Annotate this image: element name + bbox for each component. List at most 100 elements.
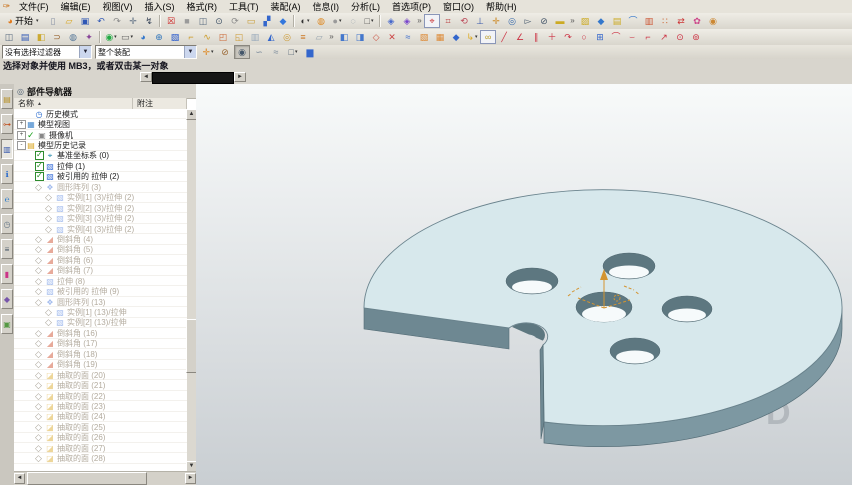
tree-row[interactable]: ◪ 抽取的面 (28) <box>14 453 187 464</box>
hole-right[interactable] <box>661 295 713 323</box>
tree-row[interactable]: ▧ 实例[3] (3)/拉伸 (2) <box>14 213 187 224</box>
system-materials-button[interactable]: ≡ <box>1 239 13 259</box>
stack-button[interactable]: ≡ <box>295 30 311 44</box>
block-button[interactable]: ▧ <box>167 30 183 44</box>
refresh-button[interactable]: ⟳ <box>227 14 243 28</box>
tree-checkbox[interactable] <box>35 255 44 266</box>
scroll-right-button[interactable]: ► <box>185 473 196 484</box>
extend-button[interactable]: ↗ <box>656 30 672 44</box>
tree-expander[interactable] <box>27 278 34 285</box>
grid-cube-button[interactable]: ⊞ <box>592 30 608 44</box>
csys-rotate-button[interactable]: ⟲ <box>456 14 472 28</box>
menu-item[interactable]: 窗口(O) <box>437 1 480 13</box>
tree-expander[interactable] <box>27 393 34 400</box>
tree-expander[interactable] <box>27 163 34 170</box>
tree-row[interactable]: ◪ 抽取的面 (21) <box>14 380 187 391</box>
menu-item[interactable]: 帮助(H) <box>480 1 523 13</box>
csys-button[interactable]: ⌖ <box>424 14 440 28</box>
tree-checkbox[interactable] <box>45 224 54 235</box>
section-button[interactable]: ▨ <box>577 14 593 28</box>
dropdown-arrow-icon[interactable]: ▼ <box>79 46 91 58</box>
mirror-right-button[interactable]: ◨ <box>352 30 368 44</box>
tree-expander[interactable] <box>27 184 34 191</box>
tree-checkbox[interactable] <box>45 192 54 203</box>
history-button[interactable]: ◷ <box>1 214 13 234</box>
start-menu-button[interactable]: ◕ 开始 <box>1 14 45 28</box>
menu-item[interactable]: 文件(F) <box>13 1 55 13</box>
tree-row[interactable]: ▧ 被引用的 拉伸 (2) <box>14 171 187 182</box>
tree-checkbox[interactable] <box>35 443 44 454</box>
menu-item[interactable]: 装配(A) <box>265 1 307 13</box>
tree-row[interactable]: ❖ 圆形阵列 (3) <box>14 182 187 193</box>
face-edit-button[interactable]: ◌ <box>345 14 361 28</box>
render-object-button[interactable]: ◍ <box>313 14 329 28</box>
selection-scope-dropdown[interactable]: 整个装配 ▼ <box>95 45 197 59</box>
dropdown-arrow-icon[interactable]: ▼ <box>184 46 196 58</box>
ruler-button[interactable]: ▬ <box>552 14 568 28</box>
wedge-vertical-wall[interactable] <box>539 343 545 440</box>
tree-row[interactable]: ◪ 抽取的面 (25) <box>14 422 187 433</box>
rect-tool-button[interactable]: ▭ <box>119 30 135 44</box>
tree-expander[interactable] <box>27 372 34 379</box>
save-button[interactable]: ▣ <box>77 14 93 28</box>
tree-checkbox[interactable] <box>35 328 44 339</box>
view-box-button[interactable]: □ <box>361 14 377 28</box>
redo-button[interactable]: ↷ <box>109 14 125 28</box>
tree-expander[interactable] <box>27 351 34 358</box>
tree-checkbox[interactable] <box>35 244 44 255</box>
tree-expander[interactable] <box>27 403 34 410</box>
tree-expander[interactable] <box>37 226 44 233</box>
donut-button[interactable]: ◎ <box>279 30 295 44</box>
tree-row[interactable]: ◢ 倒斜角 (6) <box>14 255 187 266</box>
tree-checkbox[interactable] <box>35 422 44 433</box>
menu-item[interactable]: 首选项(P) <box>386 1 437 13</box>
tree-expander[interactable] <box>27 434 34 441</box>
tree-expander[interactable] <box>27 236 34 243</box>
datum-axis-button[interactable]: ⊥ <box>472 14 488 28</box>
scroll-left-button[interactable]: ◄ <box>140 72 152 82</box>
tree-row[interactable]: ▧ 拉伸 (1) <box>14 161 187 171</box>
tree-expander[interactable] <box>27 361 34 368</box>
tree-expander[interactable]: - <box>17 141 26 151</box>
view-sphere-button[interactable]: ◍ <box>65 30 81 44</box>
snap-point-button[interactable]: ◎ <box>504 14 520 28</box>
tree-row[interactable]: ◪ 抽取的面 (23) <box>14 401 187 412</box>
boss-button[interactable]: ◱ <box>231 30 247 44</box>
tree-expander[interactable] <box>27 340 34 347</box>
offset-button[interactable]: ↳ <box>464 30 480 44</box>
tree-checkbox[interactable] <box>35 286 44 297</box>
cube-button[interactable]: ◆ <box>275 14 291 28</box>
hole-top[interactable] <box>602 252 656 280</box>
emboss-button[interactable]: ▧ <box>416 30 432 44</box>
lasso-button[interactable]: ≈ <box>268 45 284 59</box>
manipulation-button[interactable]: ◆ <box>1 289 13 309</box>
tree-checkbox[interactable] <box>35 161 44 171</box>
curve-rule-button[interactable]: ∽ <box>251 45 267 59</box>
viewport-canvas[interactable]: D <box>196 84 852 485</box>
tree-expander[interactable] <box>27 382 34 389</box>
tree-checkbox[interactable] <box>45 203 54 214</box>
selection-filter-dropdown[interactable]: 没有选择过滤器 ▼ <box>2 45 92 59</box>
menu-item[interactable]: 视图(V) <box>97 1 139 13</box>
circle-target2-button[interactable]: ⊚ <box>688 30 704 44</box>
tree-row[interactable]: ◪ 抽取的面 (27) <box>14 443 187 454</box>
capture-button[interactable]: ◫ <box>195 14 211 28</box>
snap-point-toggle[interactable]: ✛ <box>200 45 216 59</box>
tree-row[interactable]: ❖ 圆形阵列 (13) <box>14 297 187 308</box>
sketch-button[interactable]: ◉ <box>103 30 119 44</box>
tree-expander[interactable]: + <box>17 120 26 130</box>
tree-row[interactable]: ▧ 被引用的 拉伸 (9) <box>14 286 187 297</box>
tree-checkbox[interactable] <box>35 150 44 161</box>
toolbar-overflow[interactable]: » <box>568 14 577 28</box>
tree-checkbox[interactable] <box>35 338 44 349</box>
tree-expander[interactable] <box>37 205 44 212</box>
constraint-navigator-button[interactable]: ⊶ <box>1 114 13 134</box>
diamond-button[interactable]: ◆ <box>593 14 609 28</box>
globe-button[interactable]: ⊕ <box>151 30 167 44</box>
arc2-button[interactable]: ⌣ <box>624 30 640 44</box>
paint-select-button[interactable]: ▆ <box>302 45 318 59</box>
marquee-button[interactable]: □ <box>285 45 301 59</box>
tree-expander[interactable] <box>27 111 34 118</box>
trim-body-button[interactable]: ✕ <box>384 30 400 44</box>
display-window-button[interactable]: ☒ <box>163 14 179 28</box>
